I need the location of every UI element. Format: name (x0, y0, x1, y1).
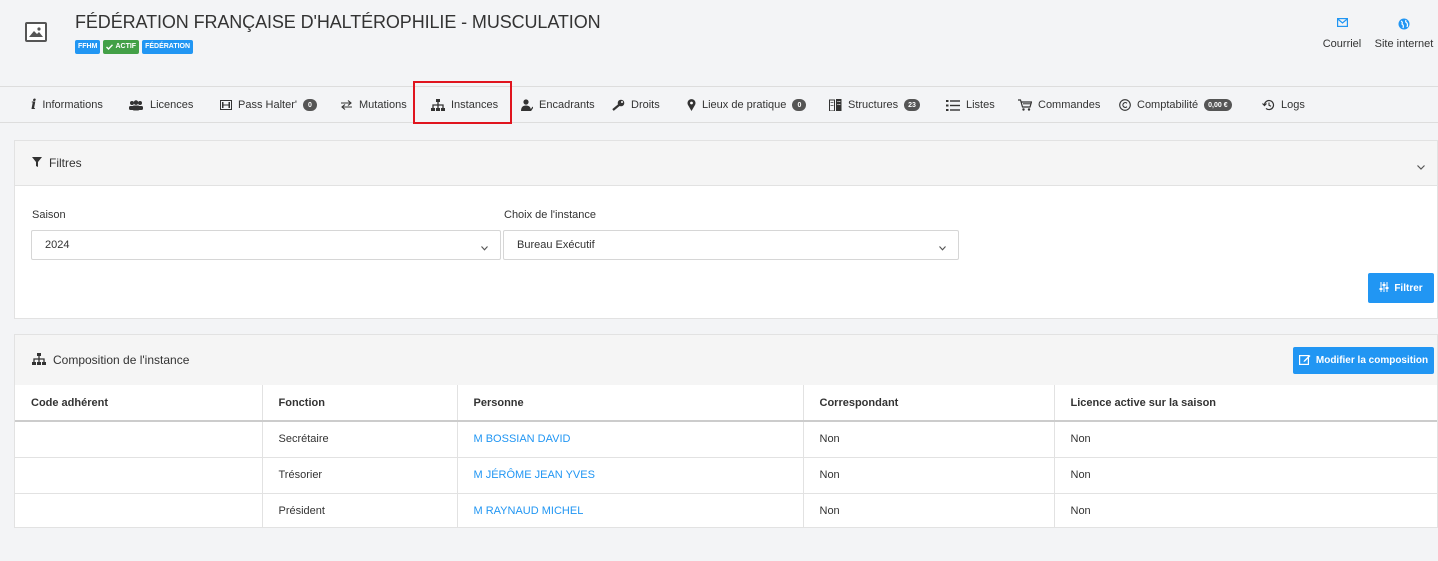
tab-structures[interactable]: Structures 23 (829, 87, 920, 123)
instance-label: Choix de l'instance (504, 209, 596, 221)
instance-select[interactable]: Bureau Exécutif (503, 230, 959, 260)
member-code-cell (15, 457, 263, 494)
tab-lieux-de-pratique[interactable]: Lieux de pratique 0 (687, 87, 807, 123)
licence-cell: Non (1070, 505, 1091, 518)
barbell-icon (220, 99, 232, 111)
tab-bar: i Informations Licences Pass Halter' 0 M… (0, 86, 1438, 123)
person-link[interactable]: M RAYNAUD MICHEL (457, 493, 804, 527)
fonction-cell: Président (262, 493, 458, 527)
fonction-cell: Secrétaire (262, 421, 458, 458)
table-row: Secrétaire M BOSSIAN DAVID Non Non (15, 421, 1437, 458)
correspondant-cell: Non (803, 493, 1055, 527)
lieux-count: 0 (792, 99, 807, 111)
tab-mutations[interactable]: Mutations (340, 87, 407, 123)
tab-droits[interactable]: Droits (612, 87, 660, 123)
info-icon: i (31, 97, 37, 113)
table-row: Trésorier M JÉRÔME JEAN YVES Non Non (15, 457, 1437, 494)
tab-licences[interactable]: Licences (128, 87, 193, 123)
badge-federation: FÉDÉRATION (142, 40, 194, 54)
org-title: FÉDÉRATION FRANÇAISE D'HALTÉROPHILIE - M… (75, 12, 601, 32)
tab-comptabilite[interactable]: Comptabilité 0,00 € (1119, 87, 1232, 123)
check-icon (106, 44, 114, 50)
column-header-correspondant[interactable]: Correspondant (803, 385, 1055, 422)
copyright-icon (1119, 99, 1131, 111)
map-marker-icon (687, 99, 696, 111)
instance-value: Bureau Exécutif (517, 239, 595, 251)
exchange-icon (340, 99, 353, 111)
tab-commandes[interactable]: Commandes (1018, 87, 1100, 123)
column-header-personne[interactable]: Personne (457, 385, 804, 422)
sitemap-icon (32, 352, 46, 368)
badge-ffhm: FFHM (75, 40, 101, 54)
org-badges: FFHM ACTIF FÉDÉRATION (75, 40, 194, 54)
filters-header[interactable]: Filtres (15, 141, 1437, 186)
composition-title: Composition de l'instance (53, 353, 190, 367)
filter-button[interactable]: Filtrer (1368, 273, 1434, 303)
tab-informations[interactable]: i Informations (31, 87, 103, 123)
season-select[interactable]: 2024 (31, 230, 501, 260)
active-tab-highlight (413, 81, 512, 124)
building-icon (829, 99, 842, 111)
redacted-code (25, 457, 77, 493)
table-header-row: Code adhérent Fonction Personne Correspo… (15, 385, 1437, 422)
envelope-icon (1322, 18, 1362, 30)
composition-table: Code adhérent Fonction Personne Correspo… (15, 385, 1437, 527)
licence-cell: Non (1054, 457, 1437, 494)
column-header-fonction[interactable]: Fonction (262, 385, 458, 422)
tab-listes[interactable]: Listes (946, 87, 995, 123)
website-label: Site internet (1374, 38, 1434, 50)
season-label: Saison (32, 209, 66, 221)
filters-title: Filtres (49, 156, 82, 170)
tab-pass-halter[interactable]: Pass Halter' 0 (220, 87, 317, 123)
person-link[interactable]: M BOSSIAN DAVID (457, 421, 804, 458)
redacted-code (25, 493, 77, 527)
correspondant-cell: Non (803, 457, 1055, 494)
composition-panel: Composition de l'instance Modifier la co… (14, 334, 1438, 528)
chevron-down-icon (939, 242, 946, 254)
email-label: Courriel (1322, 38, 1362, 50)
tab-logs[interactable]: Logs (1262, 87, 1305, 123)
correspondant-cell: Non (803, 421, 1055, 458)
table-row: Président M RAYNAUD MICHEL Non Non (15, 493, 1437, 527)
history-icon (1262, 99, 1275, 111)
member-code-cell (15, 421, 263, 458)
website-link[interactable]: Site internet (1373, 18, 1435, 50)
org-header: FÉDÉRATION FRANÇAISE D'HALTÉROPHILIE - M… (0, 0, 1438, 86)
composition-header: Composition de l'instance (15, 335, 1437, 385)
globe-icon (1373, 18, 1435, 30)
image-placeholder-icon (25, 22, 47, 42)
chevron-down-icon (481, 242, 488, 254)
tab-encadrants[interactable]: Encadrants (521, 87, 595, 123)
filter-sliders-icon (1379, 281, 1389, 295)
column-header-licence[interactable]: Licence active sur la saison (1054, 385, 1437, 422)
member-code-cell (15, 493, 263, 527)
chevron-down-icon[interactable] (1417, 159, 1425, 173)
edit-composition-button[interactable]: Modifier la composition (1293, 347, 1434, 374)
pass-halter-count: 0 (302, 99, 317, 111)
edit-icon (1298, 354, 1311, 368)
person-link[interactable]: M JÉRÔME JEAN YVES (457, 457, 804, 494)
season-value: 2024 (45, 239, 70, 251)
fonction-cell: Trésorier (262, 457, 458, 494)
redacted-code (25, 422, 77, 457)
filters-panel: Filtres Saison 2024 Choix de l'instance … (14, 140, 1438, 319)
user-tie-icon (521, 99, 533, 111)
column-header-code[interactable]: Code adhérent (15, 385, 263, 422)
filter-icon (32, 156, 42, 170)
badge-actif: ACTIF (103, 40, 140, 54)
structures-count: 23 (904, 99, 920, 111)
users-icon (128, 99, 144, 111)
email-link[interactable]: Courriel (1322, 18, 1362, 50)
comptabilite-amount: 0,00 € (1204, 99, 1232, 111)
licence-cell: Non (1054, 421, 1437, 458)
key-icon (612, 99, 625, 111)
list-icon (946, 99, 960, 111)
cart-icon (1018, 99, 1032, 111)
